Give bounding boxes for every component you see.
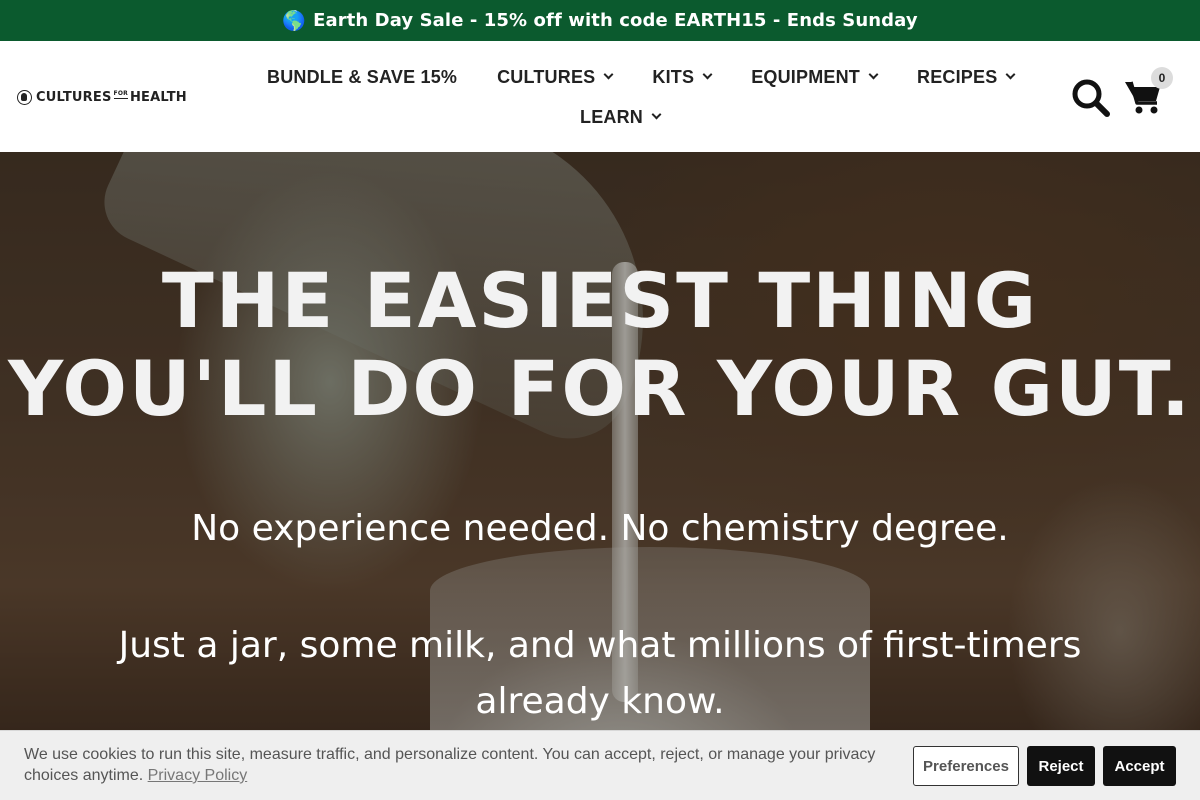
logo-wordmark: CULTURES FOR HEALTH xyxy=(36,89,187,105)
announcement-text: Earth Day Sale - 15% off with code EARTH… xyxy=(313,10,918,31)
chevron-down-icon xyxy=(1005,69,1016,79)
logo-jar-icon xyxy=(17,89,32,105)
site-header: CULTURES FOR HEALTH BUNDLE & SAVE 15% CU… xyxy=(0,41,1200,152)
main-nav: BUNDLE & SAVE 15% CULTURES KITS EQUIPMEN… xyxy=(267,65,1016,89)
chevron-down-icon xyxy=(702,69,713,79)
main-nav-row-2: LEARN xyxy=(580,105,662,129)
cookie-banner: We use cookies to run this site, measure… xyxy=(0,730,1200,800)
cookie-text: We use cookies to run this site, measure… xyxy=(24,746,876,784)
accept-button[interactable]: Accept xyxy=(1103,746,1176,786)
globe-icon: 🌎 xyxy=(282,10,307,32)
hero-banner: THE EASIEST THING YOU'LL DO FOR YOUR GUT… xyxy=(0,152,1200,730)
hero-headline: THE EASIEST THING YOU'LL DO FOR YOUR GUT… xyxy=(8,256,1192,433)
search-button[interactable] xyxy=(1071,78,1111,118)
hero-subtitle-1: No experience needed. No chemistry degre… xyxy=(191,508,1009,549)
nav-item-kits[interactable]: KITS xyxy=(652,67,713,88)
chevron-down-icon xyxy=(651,109,662,119)
search-icon xyxy=(1072,79,1110,117)
cart-count-badge: 0 xyxy=(1151,67,1173,89)
nav-item-bundle-save[interactable]: BUNDLE & SAVE 15% xyxy=(267,67,457,88)
reject-button[interactable]: Reject xyxy=(1027,746,1095,786)
preferences-button[interactable]: Preferences xyxy=(913,746,1019,786)
chevron-down-icon xyxy=(603,69,614,79)
nav-item-equipment[interactable]: EQUIPMENT xyxy=(751,67,879,88)
site-logo[interactable]: CULTURES FOR HEALTH xyxy=(17,88,187,106)
hero-subtitle-2: Just a jar, some milk, and what millions… xyxy=(118,625,1082,722)
privacy-policy-link[interactable]: Privacy Policy xyxy=(148,767,248,784)
nav-item-cultures[interactable]: CULTURES xyxy=(497,67,614,88)
announcement-bar: 🌎 Earth Day Sale - 15% off with code EAR… xyxy=(0,0,1200,41)
chevron-down-icon xyxy=(868,69,879,79)
nav-item-recipes[interactable]: RECIPES xyxy=(917,67,1016,88)
nav-item-learn[interactable]: LEARN xyxy=(580,107,662,128)
